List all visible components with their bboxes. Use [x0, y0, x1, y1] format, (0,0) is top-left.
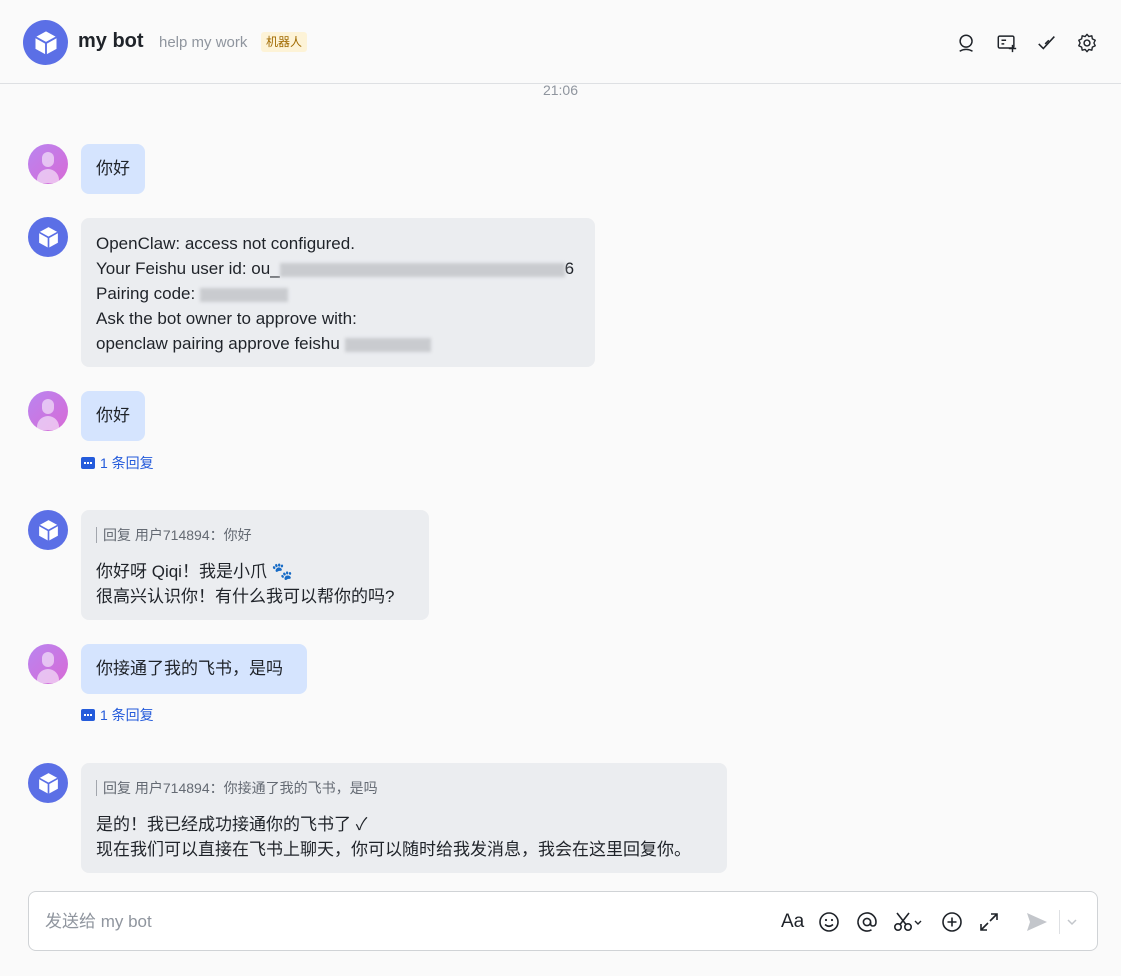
- timestamp: 21:06: [542, 82, 579, 98]
- cube-icon: [38, 519, 58, 541]
- message-composer: Aa: [28, 891, 1098, 951]
- reply-count: 1 条回复: [100, 455, 154, 471]
- message-text: 你好: [96, 406, 130, 425]
- message-text: 现在我们可以直接在飞书上聊天，你可以随时给我发消息，我会在这里回复你。: [96, 840, 691, 859]
- message-text: OpenClaw: access not configured.: [96, 234, 355, 253]
- message-text: Ask the bot owner to approve with:: [96, 309, 357, 328]
- reply-count: 1 条回复: [100, 707, 154, 723]
- emoji-icon[interactable]: [817, 910, 841, 934]
- approve-icon[interactable]: [1036, 32, 1058, 54]
- message-text: 是的！我已经成功接通你的飞书了 ✓: [96, 815, 368, 834]
- bot-avatar[interactable]: [28, 510, 68, 550]
- user-avatar[interactable]: [28, 144, 68, 184]
- send-icon[interactable]: [1025, 910, 1049, 934]
- message-text: Your Feishu user id: ou_ 6: [96, 259, 575, 278]
- cube-icon: [34, 30, 57, 55]
- message-bubble[interactable]: 你好: [81, 391, 145, 441]
- cube-icon: [38, 772, 58, 794]
- chat-subtitle: help my work: [159, 34, 248, 51]
- redacted-pairing-code: [344, 337, 431, 352]
- redacted-pairing-code: [199, 287, 288, 302]
- search-icon[interactable]: [956, 32, 978, 54]
- user-avatar[interactable]: [28, 644, 68, 684]
- mention-icon[interactable]: [855, 910, 879, 934]
- message-text: 你接通了我的飞书，是吗: [96, 659, 283, 678]
- quoted-reply[interactable]: 回复 用户714894：你好: [96, 527, 414, 543]
- message-text: 你好: [96, 159, 130, 178]
- message-text: 很高兴认识你！有什么我可以帮你的吗?: [96, 587, 395, 606]
- bot-avatar[interactable]: [28, 217, 68, 257]
- thread-icon: [81, 457, 95, 469]
- message-bubble[interactable]: 你好: [81, 144, 145, 194]
- text-format-label: Aa: [781, 911, 805, 932]
- bot-avatar[interactable]: [23, 20, 68, 65]
- chat-title[interactable]: my bot: [78, 30, 144, 53]
- send-options-icon[interactable]: [1065, 910, 1079, 934]
- text-format-icon[interactable]: Aa: [781, 910, 805, 934]
- quoted-reply[interactable]: 回复 用户714894：你接通了我的飞书，是吗: [96, 780, 712, 796]
- cube-icon: [38, 226, 58, 248]
- thread-reply-link[interactable]: 1 条回复: [81, 705, 154, 725]
- thread-icon: [81, 709, 95, 721]
- divider: [1059, 910, 1060, 934]
- add-icon[interactable]: [940, 910, 964, 934]
- message-text: openclaw pairing approve feishu: [96, 331, 580, 356]
- user-avatar[interactable]: [28, 391, 68, 431]
- message-input[interactable]: [43, 908, 647, 936]
- thread-reply-link[interactable]: 1 条回复: [81, 453, 154, 473]
- message-bubble[interactable]: OpenClaw: access not configured. Your Fe…: [81, 218, 595, 367]
- bot-avatar[interactable]: [28, 763, 68, 803]
- message-text: Pairing code:: [96, 281, 580, 306]
- message-text: 你好呀 Qiqi！我是小爪 🐾: [96, 562, 293, 581]
- chat-header: my bot help my work 机器人: [0, 0, 1121, 84]
- message-bubble[interactable]: 回复 用户714894：你接通了我的飞书，是吗 是的！我已经成功接通你的飞书了 …: [81, 763, 727, 873]
- scissors-icon[interactable]: [893, 910, 923, 934]
- add-chat-icon[interactable]: [996, 32, 1018, 54]
- expand-icon[interactable]: [977, 910, 1001, 934]
- redacted-user-id: [279, 262, 565, 277]
- message-bubble[interactable]: 你接通了我的飞书，是吗: [81, 644, 307, 694]
- settings-icon[interactable]: [1076, 32, 1098, 54]
- message-bubble[interactable]: 回复 用户714894：你好 你好呀 Qiqi！我是小爪 🐾 很高兴认识你！有什…: [81, 510, 429, 620]
- bot-badge: 机器人: [261, 32, 308, 52]
